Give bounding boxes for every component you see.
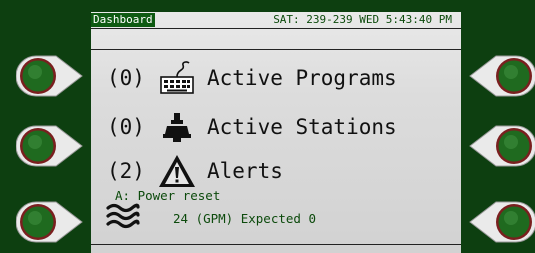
datetime-readout: SAT: 239-239 WED 5:43:40 PM xyxy=(273,13,452,26)
alerts-label: Alerts xyxy=(207,159,283,183)
lcd-screen: Dashboard SAT: 239-239 WED 5:43:40 PM (0… xyxy=(91,12,461,253)
header-divider xyxy=(91,28,461,29)
device-bezel: Dashboard SAT: 239-239 WED 5:43:40 PM (0… xyxy=(0,0,535,253)
right-soft-button-2[interactable] xyxy=(466,124,535,168)
sprinkler-valve-icon xyxy=(157,108,205,146)
active-programs-label: Active Programs xyxy=(207,66,397,90)
right-soft-button-1[interactable] xyxy=(466,54,535,98)
flow-readout: 24 (GPM) Expected 0 xyxy=(173,211,316,226)
controller-keyboard-icon xyxy=(157,59,205,97)
active-stations-label: Active Stations xyxy=(207,115,397,139)
left-soft-button-2[interactable] xyxy=(16,124,86,168)
active-programs-count: (0) xyxy=(107,66,145,90)
active-programs-row[interactable]: (0) Active Programs xyxy=(107,59,397,97)
footer-divider xyxy=(91,244,461,245)
alerts-count: (2) xyxy=(107,159,145,183)
status-bar: Dashboard SAT: 239-239 WED 5:43:40 PM xyxy=(91,12,461,28)
active-stations-row[interactable]: (0) Active Stations xyxy=(107,108,397,146)
left-soft-button-1[interactable] xyxy=(16,54,86,98)
right-soft-button-3[interactable] xyxy=(466,200,535,244)
water-flow-icon xyxy=(105,201,141,235)
flow-status xyxy=(105,201,141,235)
active-stations-count: (0) xyxy=(107,115,145,139)
alerts-row[interactable]: (2) Alerts xyxy=(107,152,283,190)
warning-triangle-icon xyxy=(157,152,205,190)
header-divider-lower xyxy=(91,49,461,50)
left-soft-button-3[interactable] xyxy=(16,200,86,244)
dashboard-tab[interactable]: Dashboard xyxy=(91,13,155,27)
